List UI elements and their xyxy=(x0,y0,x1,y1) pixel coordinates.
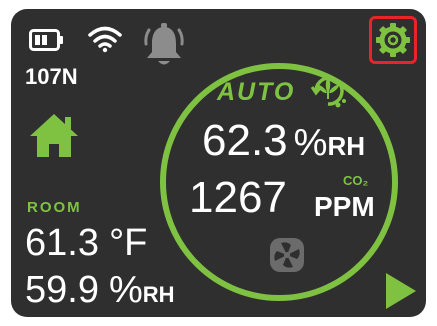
cannabis-leaf-icon xyxy=(310,76,346,108)
room-temperature: 61.3 °F xyxy=(25,224,147,262)
humidity-pct: % xyxy=(293,122,328,164)
co2-unit: PPM xyxy=(314,191,375,222)
bell-icon[interactable] xyxy=(143,22,185,68)
device-id: 107N xyxy=(25,64,78,89)
controller-screen: 107N ROOM 61.3 °F 59.9 %RH AUTO 62.3 %RH 12… xyxy=(11,9,426,317)
humidity-reading: 62.3 %RH xyxy=(202,119,365,163)
settings-button[interactable] xyxy=(369,16,417,64)
room-humidity-unit: RH xyxy=(142,282,175,307)
co2-label: CO₂ xyxy=(343,173,369,188)
room-humidity-value: 59.9 xyxy=(25,269,99,311)
humidity-unit: RH xyxy=(327,131,365,161)
settings-gear-icon xyxy=(376,23,410,57)
fan-icon[interactable] xyxy=(267,235,307,275)
room-humidity-pct: % xyxy=(108,269,143,311)
co2-value: 1267 xyxy=(189,173,287,222)
play-icon[interactable] xyxy=(384,271,418,311)
room-temperature-unit: °F xyxy=(108,222,148,264)
battery-icon xyxy=(29,29,63,51)
wifi-icon xyxy=(88,26,122,53)
room-label: ROOM xyxy=(27,199,82,216)
room-humidity: 59.9 %RH xyxy=(25,271,175,309)
room-temperature-value: 61.3 xyxy=(25,222,99,264)
humidity-value: 62.3 xyxy=(202,116,288,165)
home-icon[interactable] xyxy=(29,112,79,158)
mode-label[interactable]: AUTO xyxy=(217,78,295,107)
